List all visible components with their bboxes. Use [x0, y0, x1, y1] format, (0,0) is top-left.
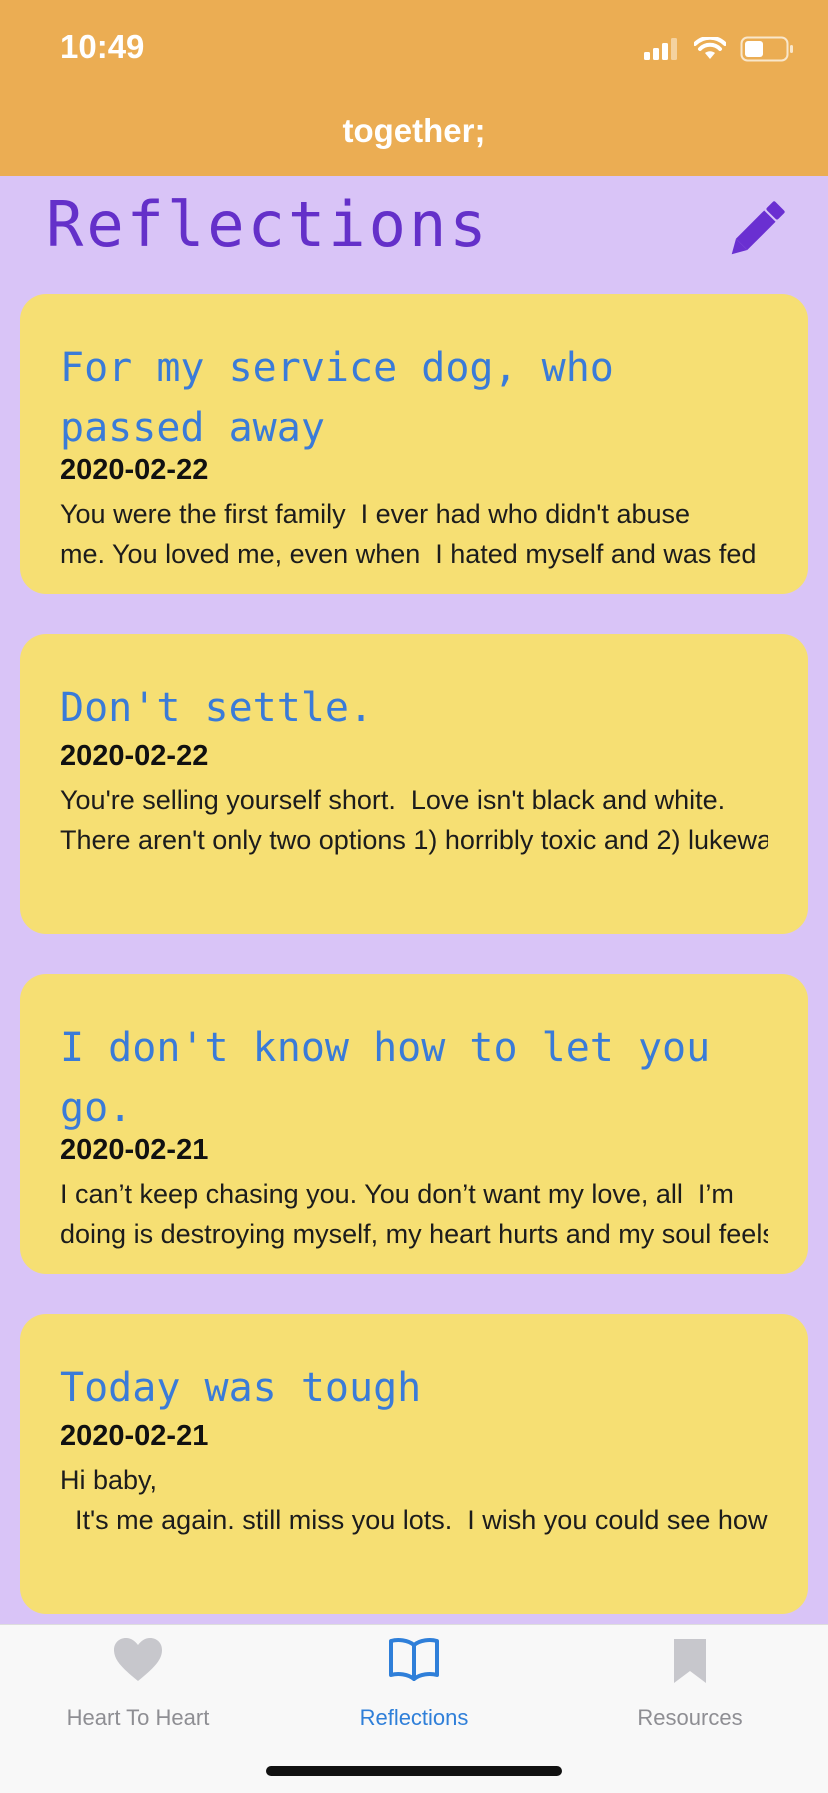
app-header: 10:49 together;	[0, 0, 828, 176]
tab-label: Resources	[637, 1705, 743, 1730]
home-indicator	[266, 1766, 562, 1776]
reflection-card[interactable]: Don't settle. 2020-02-22 You're selling …	[20, 634, 808, 934]
reflection-preview-line: Hi baby,	[60, 1465, 158, 1495]
reflection-date: 2020-02-21	[60, 1134, 209, 1166]
tab-heart-to-heart[interactable]: Heart To Heart	[0, 1625, 276, 1745]
reflection-preview-line: You were the first family I ever had who…	[60, 499, 691, 529]
reflection-title: I don't know how to let you go.	[60, 1025, 711, 1131]
reflection-title: For my service dog, who passed away	[60, 345, 614, 451]
tab-label: Reflections	[359, 1705, 469, 1730]
wifi-icon	[694, 37, 726, 59]
battery-icon	[740, 36, 793, 62]
bookmark-icon	[674, 1639, 706, 1683]
status-time: 10:49	[60, 28, 145, 65]
reflection-preview-line: I can’t keep chasing you. You don’t want…	[60, 1179, 734, 1209]
tab-reflections[interactable]: Reflections	[276, 1625, 552, 1745]
status-icons	[644, 36, 794, 62]
tab-resources[interactable]: Resources	[552, 1625, 828, 1745]
reflection-preview-line: It's me again. still miss you lots. I wi…	[60, 1505, 768, 1535]
reflection-preview-line: There aren't only two options 1) horribl…	[60, 825, 768, 855]
reflection-date: 2020-02-21	[60, 1420, 209, 1452]
reflection-title: Today was tough	[60, 1365, 422, 1411]
cellular-signal-icon	[644, 38, 677, 60]
reflection-preview-line: me. You loved me, even when I hated myse…	[60, 539, 757, 569]
edit-pencil-icon[interactable]	[728, 194, 792, 258]
reflection-card[interactable]: Today was tough 2020-02-21 Hi baby, It's…	[20, 1314, 808, 1614]
book-icon	[389, 1638, 439, 1681]
reflection-date: 2020-02-22	[60, 740, 209, 772]
tab-label: Heart To Heart	[66, 1705, 210, 1730]
reflection-title: Don't settle.	[60, 685, 374, 731]
page-title: Reflections	[46, 188, 490, 261]
reflection-card[interactable]: I don't know how to let you go. 2020-02-…	[20, 974, 808, 1274]
reflection-preview-line: You're selling yourself short. Love isn'…	[60, 785, 726, 815]
reflection-date: 2020-02-22	[60, 454, 209, 486]
app-title: together;	[342, 112, 486, 149]
reflection-preview-line: doing is destroying myself, my heart hur…	[60, 1219, 768, 1249]
reflection-card[interactable]: For my service dog, who passed away 2020…	[20, 294, 808, 594]
heart-icon	[114, 1638, 162, 1681]
